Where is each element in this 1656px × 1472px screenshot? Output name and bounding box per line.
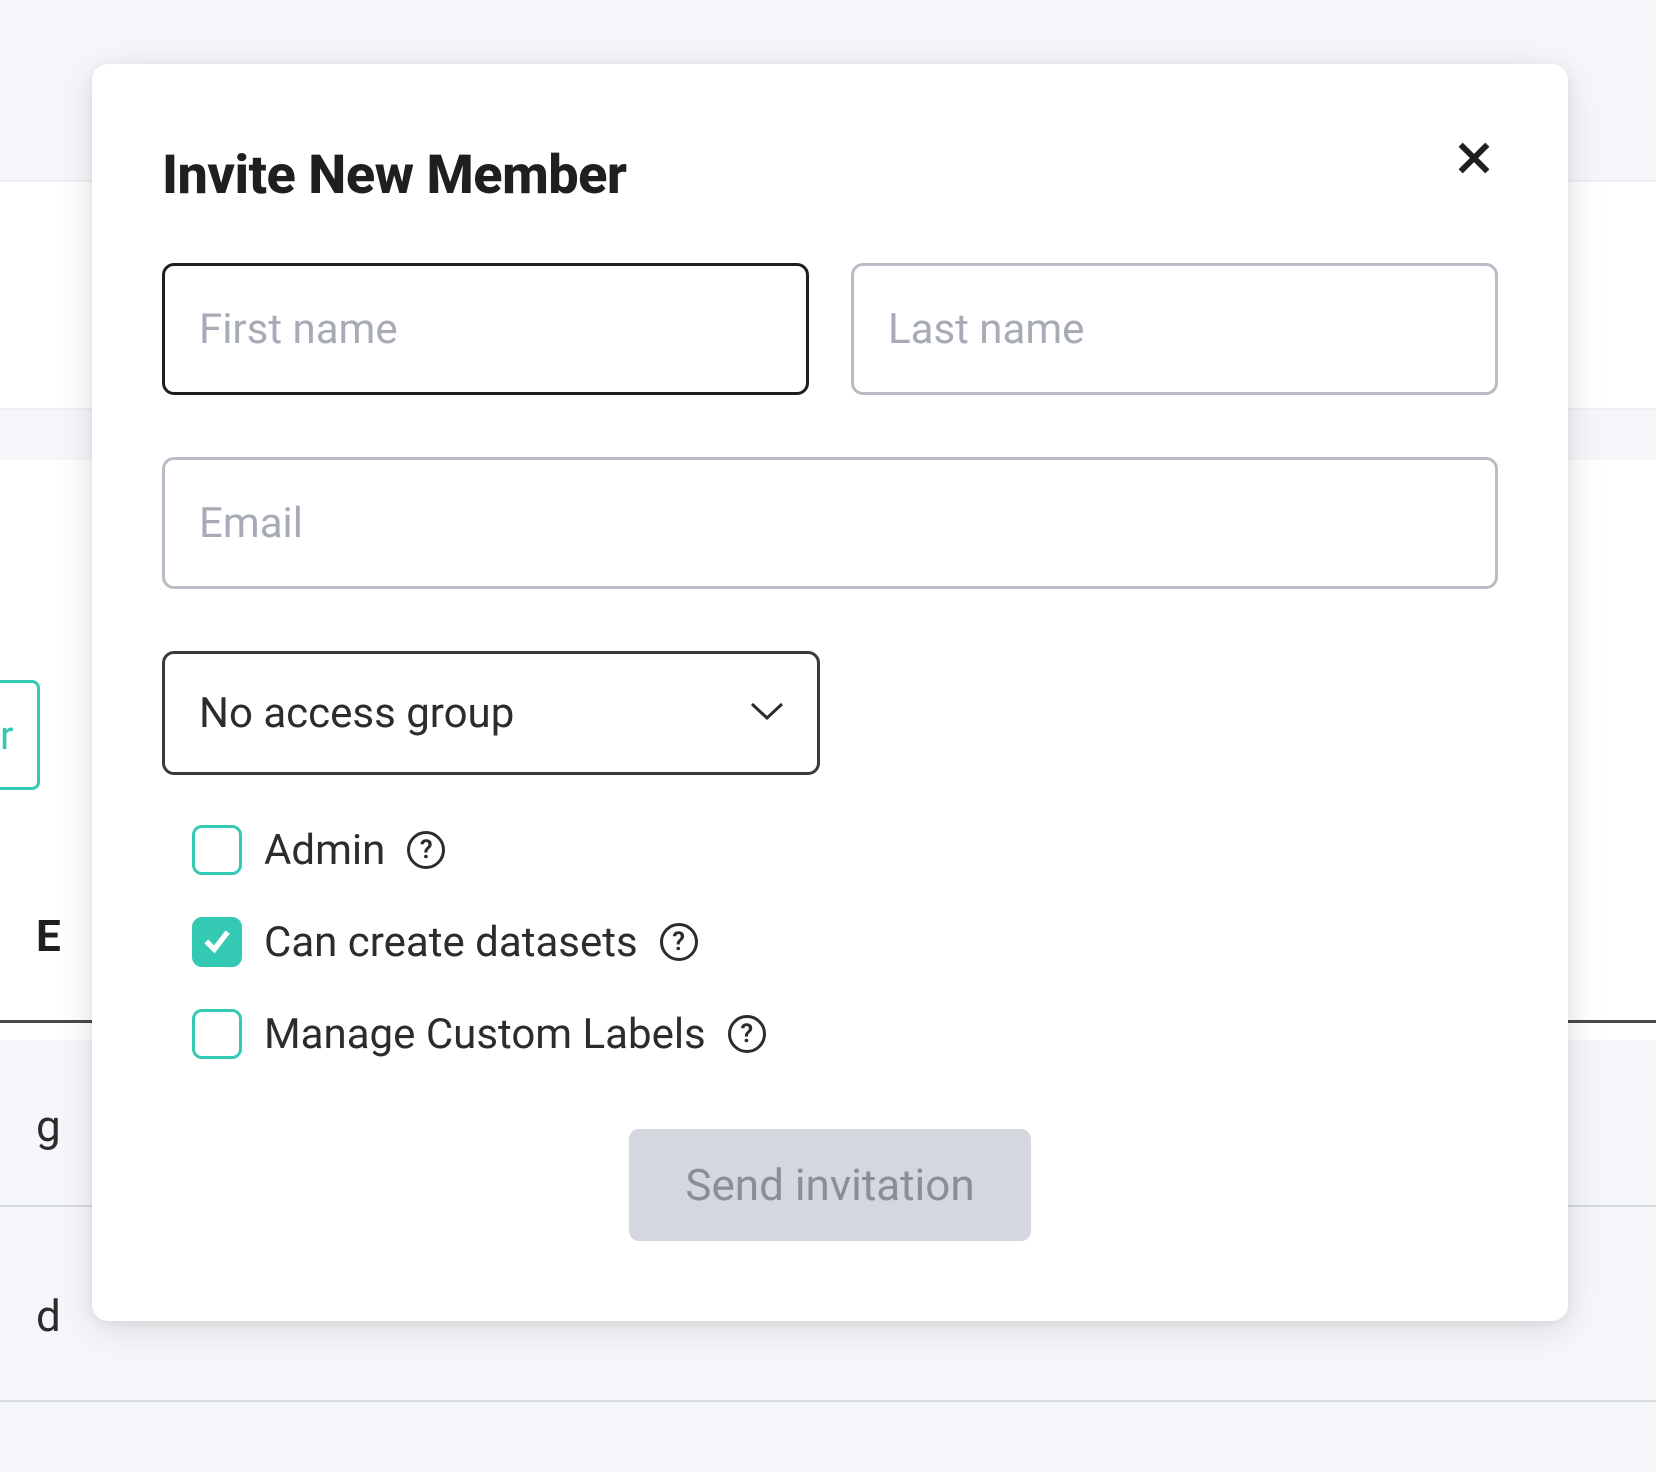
close-button[interactable] (1450, 134, 1498, 186)
create-datasets-label: Can create datasets (264, 918, 638, 967)
admin-label: Admin (264, 826, 385, 875)
first-name-input[interactable] (162, 263, 809, 395)
background-column-header-fragment: E (36, 910, 61, 962)
check-icon (201, 924, 233, 960)
background-row-fragment-1: g (36, 1100, 61, 1152)
manage-labels-help-icon[interactable]: ? (728, 1015, 766, 1053)
admin-help-icon[interactable]: ? (407, 831, 445, 869)
create-datasets-checkbox[interactable] (192, 917, 242, 967)
email-input[interactable] (162, 457, 1498, 589)
send-invitation-button[interactable]: Send invitation (629, 1129, 1030, 1241)
modal-header: Invite New Member (162, 144, 1498, 207)
name-row (162, 263, 1498, 395)
background-row-divider-2 (0, 1400, 1656, 1402)
manage-labels-label: Manage Custom Labels (264, 1010, 706, 1059)
permission-row-admin: Admin ? (192, 825, 1498, 875)
invite-member-modal: Invite New Member No access group Admin … (92, 64, 1568, 1321)
last-name-input[interactable] (851, 263, 1498, 395)
permission-row-create-datasets: Can create datasets ? (192, 917, 1498, 967)
permission-row-manage-labels: Manage Custom Labels ? (192, 1009, 1498, 1059)
manage-labels-checkbox[interactable] (192, 1009, 242, 1059)
admin-checkbox[interactable] (192, 825, 242, 875)
modal-title: Invite New Member (162, 144, 627, 207)
background-row-fragment-2: d (36, 1290, 61, 1342)
access-group-selected-label: No access group (199, 689, 514, 738)
create-datasets-help-icon[interactable]: ? (660, 923, 698, 961)
close-icon (1454, 163, 1494, 182)
permissions-list: Admin ? Can create datasets ? Manage Cus… (162, 825, 1498, 1059)
access-group-select[interactable]: No access group (162, 651, 820, 775)
background-tab-fragment: r (0, 680, 40, 790)
access-group-select-wrap: No access group (162, 651, 820, 775)
submit-row: Send invitation (162, 1129, 1498, 1241)
